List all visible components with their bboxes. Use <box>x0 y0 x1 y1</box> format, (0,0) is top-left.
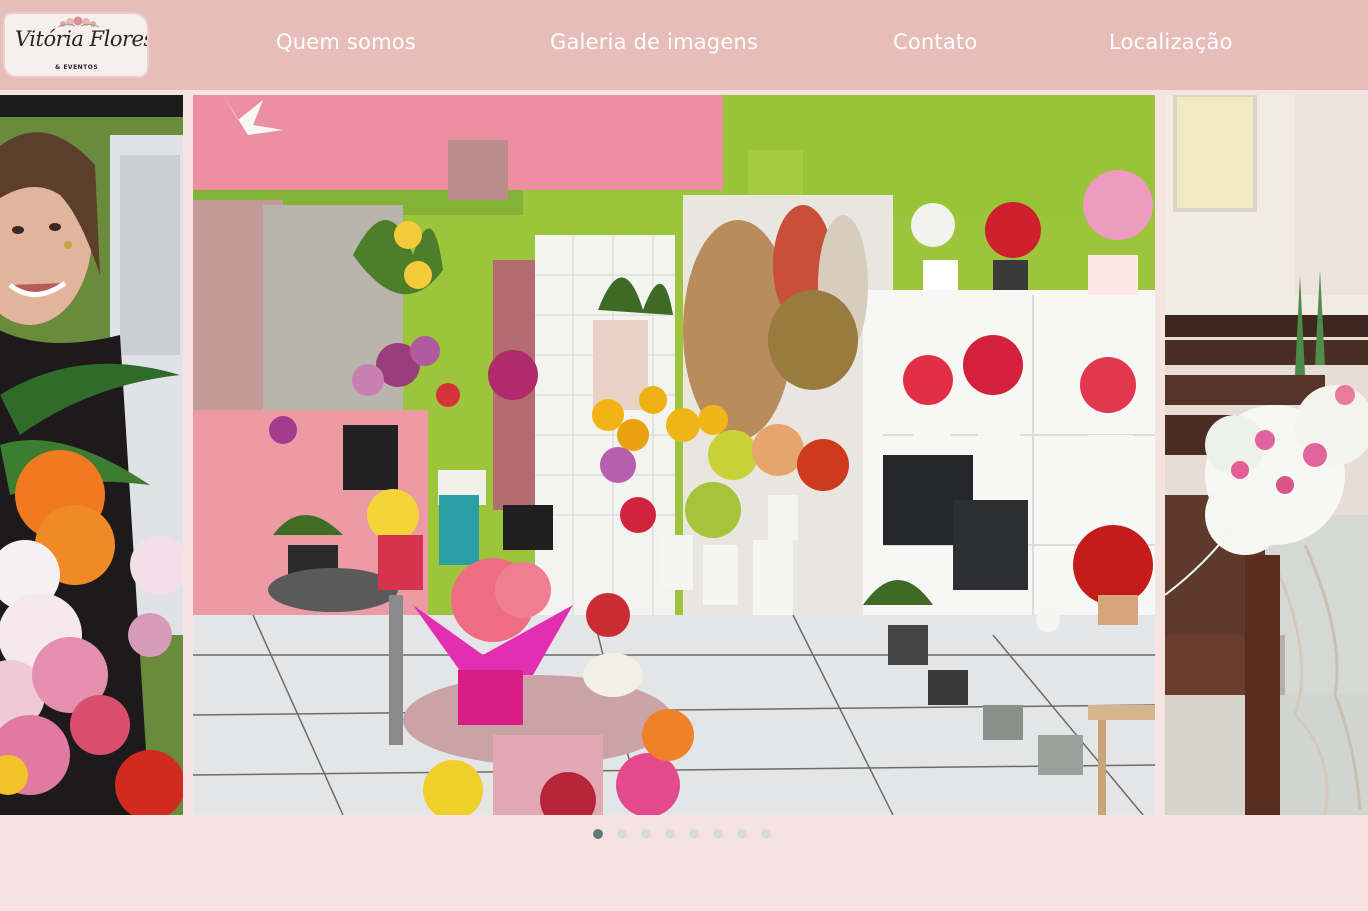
gallery-slide-next[interactable] <box>1165 95 1368 815</box>
pagination-dot-8[interactable] <box>761 829 771 839</box>
pagination-dot-6[interactable] <box>713 829 723 839</box>
nav-item-galeria-de-imagens[interactable]: Galeria de imagens <box>550 30 758 54</box>
pagination-dot-3[interactable] <box>641 829 651 839</box>
pagination-dot-4[interactable] <box>665 829 675 839</box>
logo-name: Vitória Flores <box>15 27 147 51</box>
flower-shop-interior-photo <box>193 95 1155 815</box>
nav-item-contato[interactable]: Contato <box>893 30 977 54</box>
gallery-slide-previous[interactable] <box>0 95 183 815</box>
pagination-dot-5[interactable] <box>689 829 699 839</box>
pagination-dot-7[interactable] <box>737 829 747 839</box>
woman-with-flower-bouquet-photo <box>0 95 183 815</box>
brand-logo[interactable]: Vitória Flores & EVENTOS <box>5 14 147 76</box>
pagination-dot-1[interactable] <box>593 829 603 839</box>
gallery-slide-current[interactable] <box>193 95 1155 815</box>
pagination-dot-2[interactable] <box>617 829 627 839</box>
site-header: Vitória Flores & EVENTOS Quem somos Gale… <box>0 0 1368 90</box>
church-flower-arrangement-photo <box>1165 95 1368 815</box>
nav-item-localizacao[interactable]: Localização <box>1109 30 1233 54</box>
logo-subtitle: & EVENTOS <box>55 64 99 71</box>
nav-item-quem-somos[interactable]: Quem somos <box>276 30 416 54</box>
